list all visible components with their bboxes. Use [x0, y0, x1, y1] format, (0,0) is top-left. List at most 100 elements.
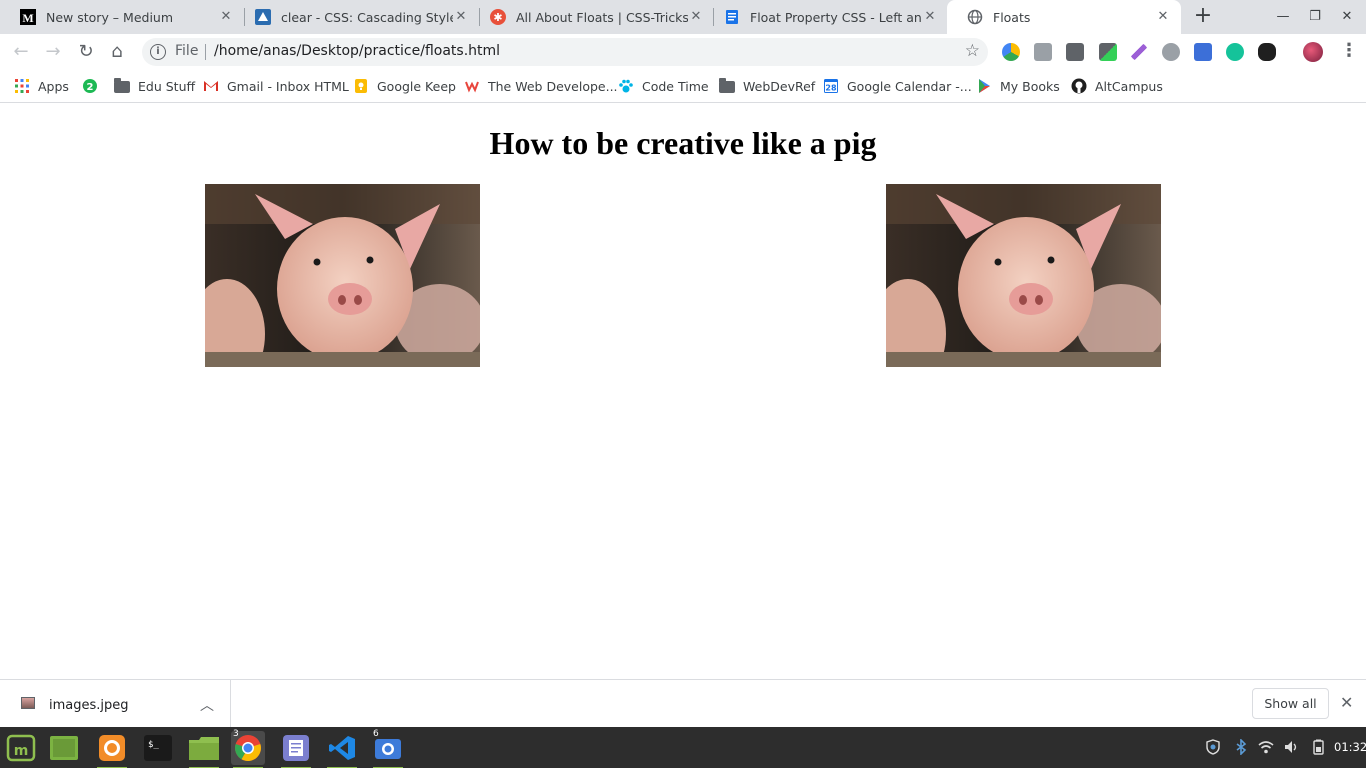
vscode-icon[interactable] [325, 731, 359, 768]
clock[interactable]: 01:32 [1334, 740, 1366, 754]
close-icon[interactable]: ✕ [218, 9, 234, 25]
window-count-badge: 3 [233, 729, 239, 739]
grammarly-icon[interactable] [1226, 43, 1244, 61]
bookmark-code-time[interactable]: Code Time [618, 76, 709, 96]
browser-toolbar: ← → ↻ ⌂ i File /home/anas/Desktop/practi… [0, 34, 1366, 70]
bookmark-badge[interactable]: 2 [82, 76, 98, 96]
extension-icon[interactable] [1066, 43, 1084, 61]
pig-image-left [205, 184, 480, 367]
show-desktop-icon[interactable] [47, 731, 81, 765]
badge-count: 2 [87, 82, 94, 93]
eyedropper-icon[interactable] [1099, 43, 1117, 61]
bookmark-google-keep[interactable]: Google Keep [353, 76, 456, 96]
minimize-icon[interactable]: — [1274, 8, 1292, 26]
files-icon[interactable] [187, 731, 221, 768]
camera-icon[interactable] [1034, 43, 1052, 61]
svg-text:m: m [14, 743, 29, 759]
web-page: How to be creative like a pig [0, 104, 1366, 679]
chrome-icon[interactable]: 3 [231, 729, 265, 768]
back-icon[interactable]: ← [10, 41, 32, 63]
gmail-icon [203, 78, 219, 94]
forward-icon[interactable]: → [42, 41, 64, 63]
close-icon[interactable]: ✕ [1155, 9, 1171, 25]
reload-icon[interactable]: ↻ [75, 41, 97, 63]
firefox-icon[interactable] [95, 731, 129, 768]
home-icon[interactable]: ⌂ [106, 41, 128, 63]
info-icon[interactable]: i [150, 44, 166, 60]
bookmark-google-calendar[interactable]: 28 Google Calendar -... [823, 76, 972, 96]
volume-icon[interactable] [1283, 739, 1299, 755]
settings-gear-icon[interactable] [1162, 43, 1180, 61]
mdn-icon [255, 9, 271, 25]
close-icon[interactable]: ✕ [922, 9, 938, 25]
svg-text:✱: ✱ [493, 11, 502, 24]
bookmark-label: Edu Stuff [138, 78, 196, 94]
download-bar: images.jpeg ︿ Show all ✕ [0, 679, 1366, 728]
download-item[interactable]: images.jpeg ︿ [0, 680, 231, 728]
download-file-name[interactable]: images.jpeg [49, 698, 129, 713]
document-icon [724, 9, 740, 25]
calendar-day: 28 [825, 84, 837, 93]
terminal-icon[interactable]: $_ [141, 731, 175, 765]
fish-icon[interactable] [1258, 43, 1276, 61]
tab-title: All About Floats | CSS-Tricks [516, 9, 688, 25]
pen-icon[interactable] [1130, 43, 1148, 61]
extension-icon[interactable] [1002, 43, 1020, 61]
bookmark-web-developer[interactable]: The Web Develope... [464, 76, 618, 96]
window-count-badge: 6 [373, 729, 379, 739]
bookmark-apps[interactable]: Apps [14, 76, 69, 96]
restore-icon[interactable]: ❐ [1306, 8, 1324, 26]
wifi-icon[interactable] [1258, 739, 1274, 755]
bookmark-altcampus[interactable]: AltCampus [1071, 76, 1163, 96]
show-all-button[interactable]: Show all [1252, 688, 1329, 719]
battery-icon[interactable] [1310, 739, 1326, 755]
screenshot-icon[interactable]: 6 [371, 729, 405, 768]
bookmark-label: Apps [38, 78, 69, 94]
bookmark-label: Gmail - Inbox HTML [227, 78, 349, 94]
bookmarks-bar: Apps 2 Edu Stuff Gmail - Inbox HTML Goog… [0, 70, 1366, 103]
tab-title: New story – Medium [46, 9, 174, 25]
tab-medium[interactable]: M New story – Medium ✕ [0, 0, 244, 34]
bookmark-label: Google Keep [377, 78, 456, 94]
extension-icon[interactable] [1194, 43, 1212, 61]
bookmark-edu-stuff[interactable]: Edu Stuff [114, 76, 195, 96]
bookmark-label: Google Calendar -... [847, 78, 972, 94]
mint-menu-icon[interactable]: m [4, 731, 38, 765]
keep-icon [353, 78, 369, 94]
badge-2-icon: 2 [82, 78, 98, 94]
text-editor-icon[interactable] [279, 731, 313, 768]
window-close-icon[interactable]: ✕ [1338, 8, 1356, 26]
globe-icon [967, 9, 983, 25]
tab-mdn[interactable]: clear - CSS: Cascading Style Sh ✕ [235, 0, 479, 34]
pig-image-right [886, 184, 1161, 367]
bookmark-gmail[interactable]: Gmail - Inbox HTML [203, 76, 349, 96]
play-books-icon [976, 78, 992, 94]
tab-title: Float Property CSS - Left and R [750, 9, 922, 25]
bookmark-my-books[interactable]: My Books [976, 76, 1060, 96]
tab-title: clear - CSS: Cascading Style Sh [281, 9, 453, 25]
tab-float-property[interactable]: Float Property CSS - Left and R ✕ [704, 0, 948, 34]
avatar[interactable] [1303, 42, 1323, 62]
bookmark-label: AltCampus [1095, 78, 1163, 94]
bookmark-webdevref[interactable]: WebDevRef [719, 76, 815, 96]
page-title: How to be creative like a pig [489, 125, 877, 161]
close-icon[interactable]: ✕ [688, 9, 704, 25]
url-divider [205, 44, 206, 60]
tab-floats[interactable]: Floats ✕ [947, 0, 1181, 34]
folder-icon [114, 78, 130, 93]
folder-icon [719, 78, 735, 93]
apps-grid-icon [14, 78, 30, 94]
css-tricks-icon: ✱ [490, 9, 506, 25]
shield-icon[interactable] [1205, 739, 1221, 755]
url-text[interactable]: /home/anas/Desktop/practice/floats.html [214, 43, 500, 59]
chevron-up-icon[interactable]: ︿ [200, 695, 214, 715]
bookmark-star-icon[interactable]: ☆ [965, 41, 980, 61]
tab-css-tricks[interactable]: ✱ All About Floats | CSS-Tricks ✕ [470, 0, 714, 34]
more-menu-icon[interactable]: ⋮ [1340, 42, 1358, 62]
new-tab-button[interactable]: + [1192, 5, 1214, 28]
close-icon[interactable]: ✕ [453, 9, 469, 25]
tab-strip: M New story – Medium ✕ clear - CSS: Casc… [0, 0, 1366, 34]
address-bar[interactable]: i File /home/anas/Desktop/practice/float… [142, 38, 988, 66]
bluetooth-icon[interactable] [1233, 738, 1249, 756]
close-icon[interactable]: ✕ [1340, 693, 1353, 712]
